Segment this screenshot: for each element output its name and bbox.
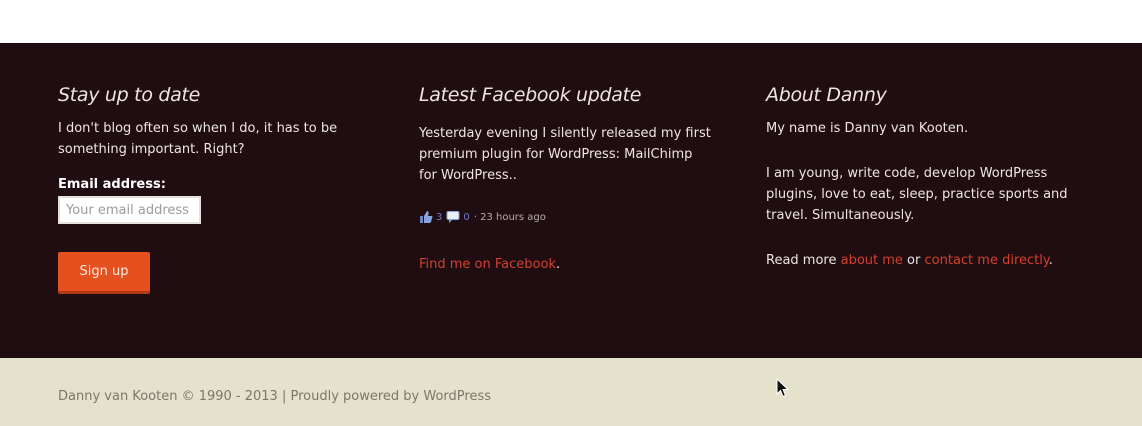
facebook-post-meta: 3 0 · 23 hours ago bbox=[419, 209, 546, 225]
facebook-link-line: Find me on Facebook. bbox=[419, 254, 560, 275]
about-body: I am young, write code, develop WordPres… bbox=[766, 166, 1068, 223]
read-more-line: Read more about me or contact me directl… bbox=[766, 250, 1053, 271]
comment-icon[interactable] bbox=[446, 210, 460, 224]
read-more-suffix: . bbox=[1048, 253, 1053, 268]
like-count: 3 bbox=[436, 211, 443, 223]
page-top bbox=[0, 0, 1142, 43]
email-field[interactable] bbox=[58, 196, 201, 224]
read-more-prefix: Read more bbox=[766, 253, 841, 268]
or-text: or bbox=[902, 253, 925, 268]
like-icon[interactable] bbox=[419, 210, 433, 224]
mouse-cursor-icon bbox=[776, 378, 790, 398]
facebook-title: Latest Facebook update bbox=[419, 84, 642, 106]
footer-credits: Danny van Kooten © 1990 - 2013 | Proudly… bbox=[58, 389, 491, 404]
facebook-link-suffix: . bbox=[555, 257, 561, 272]
facebook-post-text: Yesterday evening I silently released my… bbox=[419, 126, 711, 183]
email-label: Email address: bbox=[58, 177, 166, 192]
about-me-link[interactable]: about me bbox=[841, 253, 903, 268]
about-intro: My name is Danny van Kooten. bbox=[766, 121, 969, 136]
contact-me-link[interactable]: contact me directly bbox=[925, 253, 1049, 268]
newsletter-description: I don't blog often so when I do, it has … bbox=[58, 121, 338, 157]
post-time: · 23 hours ago bbox=[473, 211, 546, 223]
newsletter-title: Stay up to date bbox=[58, 84, 201, 106]
comment-count: 0 bbox=[463, 211, 470, 223]
sign-up-button[interactable]: Sign up bbox=[58, 252, 150, 294]
footer-widgets: Stay up to date I don't blog often so wh… bbox=[0, 43, 1142, 358]
site-footer: Danny van Kooten © 1990 - 2013 | Proudly… bbox=[0, 358, 1142, 426]
about-title: About Danny bbox=[766, 84, 887, 106]
find-me-on-facebook-link[interactable]: Find me on Facebook bbox=[419, 257, 556, 272]
